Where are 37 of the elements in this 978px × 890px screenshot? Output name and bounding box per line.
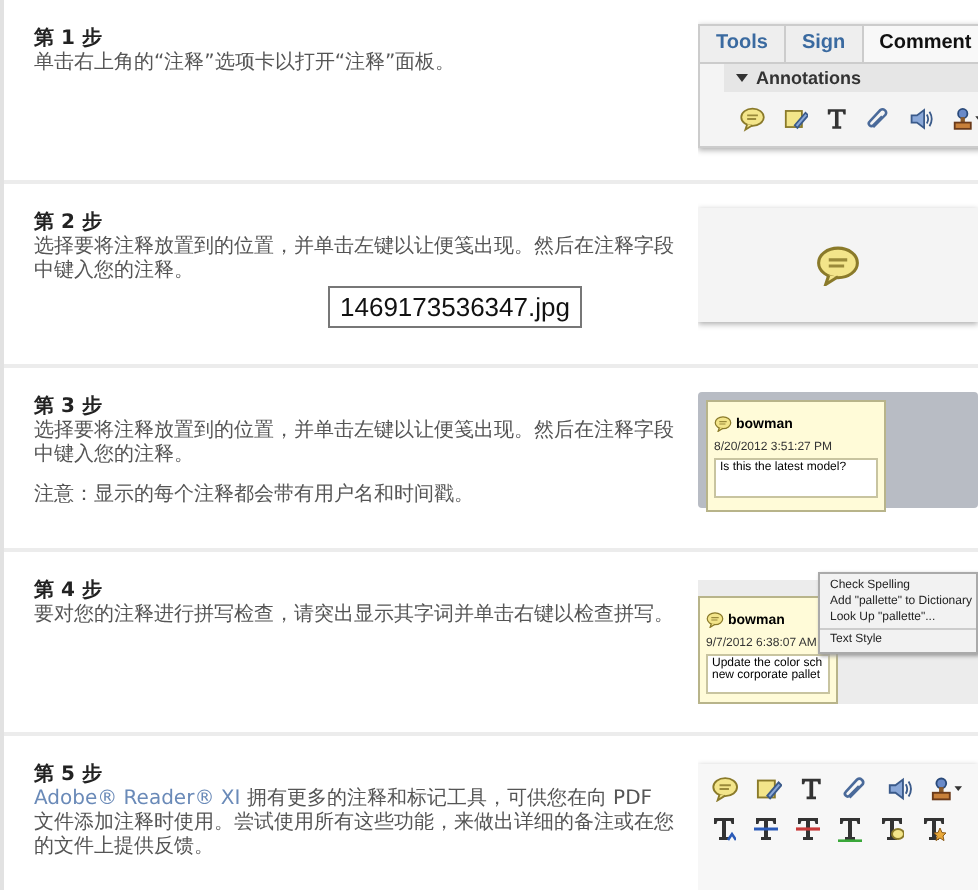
note-pencil-icon[interactable] [756, 776, 783, 802]
stamp-icon[interactable] [951, 106, 978, 132]
insert-text-icon[interactable] [712, 816, 736, 842]
speech-bubble-icon [816, 245, 860, 285]
text-star-icon[interactable] [922, 816, 946, 842]
stamp-icon[interactable] [930, 776, 964, 802]
step-title: 第 4 步 [34, 580, 104, 603]
step-description: 要对您的注释进行拼写检查，请突出显示其字词并单击右键以检查拼写。 [34, 604, 674, 628]
section-header[interactable]: Annotations [724, 64, 978, 92]
step-description: 选择要将注释放置到的位置，并单击左键以让便笺出现。然后在注释字段中键入您的注释。 [34, 420, 674, 468]
note-icon [706, 612, 724, 628]
text-icon[interactable] [826, 106, 848, 132]
speaker-icon[interactable] [885, 776, 913, 802]
step-title: 第 3 步 [34, 396, 104, 419]
strikethrough-icon[interactable] [796, 816, 820, 842]
paperclip-icon[interactable] [865, 106, 891, 132]
replace-text-icon[interactable] [754, 816, 778, 842]
step-title: 第 2 步 [34, 212, 104, 235]
speaker-icon[interactable] [908, 106, 934, 132]
step-title: 第 5 步 [34, 764, 104, 788]
note-icon [714, 416, 732, 432]
paperclip-icon[interactable] [841, 776, 868, 802]
text-note-icon[interactable] [880, 816, 904, 842]
disclosure-triangle-icon[interactable] [736, 74, 748, 82]
note-text: 注意：显示的每个注释都会带有用户名和时间戳。 [34, 484, 476, 508]
step-description: 单击右上角的“注释”选项卡以打开“注释”面板。 [34, 52, 458, 76]
text-icon[interactable] [800, 776, 824, 802]
note-pencil-icon[interactable] [783, 106, 809, 132]
step-description: Adobe® Reader® XI 拥有更多的注释和标记工具，可供您在向 PDF 文件添加注释时使用。尝试使用所有这些功能，来做出详细的备注或在您的文件上提供反馈。 [34, 788, 674, 860]
step-description: 选择要将注释放置到的位置，并单击左键以让便笺出现。然后在注释字段中键入您的注释。 [34, 236, 674, 284]
step-title: 第 1 步 [34, 28, 104, 51]
speech-bubble-icon[interactable] [712, 776, 739, 802]
filename-label: 1469173536347.jpg [328, 286, 582, 328]
speech-bubble-icon[interactable] [740, 106, 766, 132]
underline-text-icon[interactable] [838, 816, 862, 842]
tab[interactable]: Comment [863, 26, 978, 62]
tab[interactable]: Tools [700, 26, 786, 62]
